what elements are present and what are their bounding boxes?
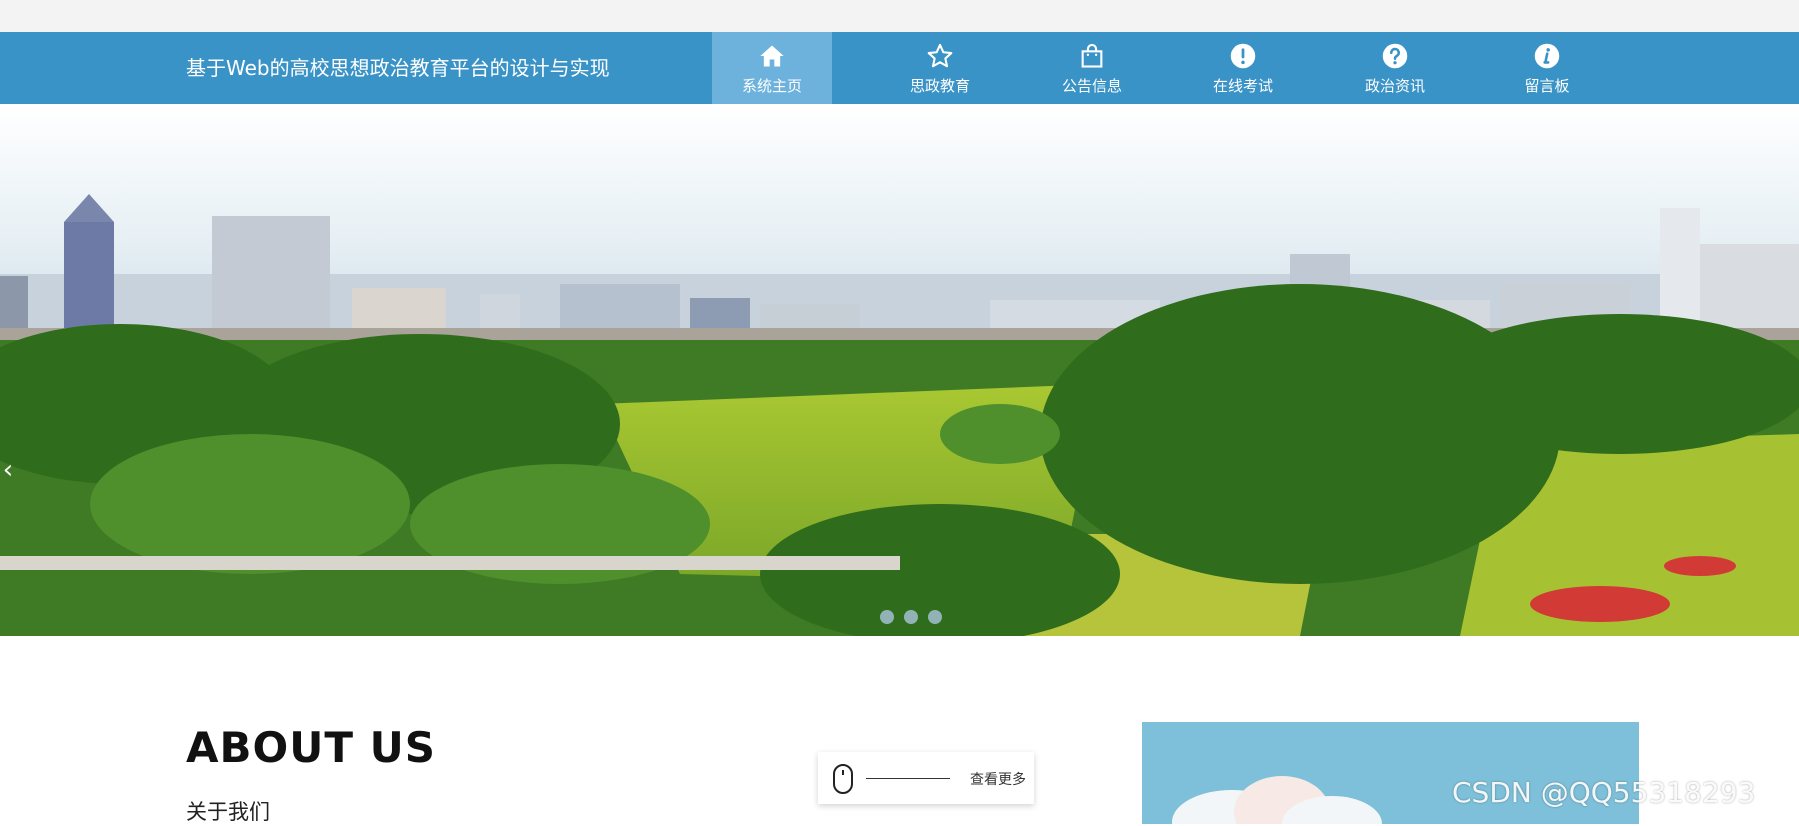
city-park-image (0, 104, 1799, 636)
nav-item-label: 在线考试 (1212, 77, 1273, 95)
info-circle-icon (1534, 43, 1560, 69)
nav-item-label: 公告信息 (1061, 77, 1122, 95)
nav-item-exam[interactable]: 在线考试 (1183, 32, 1303, 104)
main-navbar: 基于Web的高校思想政治教育平台的设计与实现 系统主页 思政教育 公告信息 在线… (0, 32, 1799, 104)
slider-dot[interactable] (904, 610, 918, 624)
nav-item-education[interactable]: 思政教育 (880, 32, 1000, 104)
nav-item-news[interactable]: 政治资讯 (1335, 32, 1455, 104)
nav-item-home[interactable]: 系统主页 (712, 32, 832, 104)
star-icon (927, 43, 953, 68)
hero-banner: ‹ (0, 104, 1799, 636)
nav-item-message-board[interactable]: 留言板 (1487, 32, 1607, 104)
site-title: 基于Web的高校思想政治教育平台的设计与实现 (186, 56, 610, 80)
view-more-label: 查看更多 (970, 772, 1026, 788)
slider-dot[interactable] (928, 610, 942, 624)
exclamation-circle-icon (1230, 43, 1256, 69)
divider-line (866, 778, 950, 779)
slider-dots (880, 609, 952, 628)
prev-slide-arrow[interactable]: ‹ (0, 450, 16, 490)
top-strip (0, 0, 1799, 32)
slider-dot[interactable] (880, 610, 894, 624)
nav-item-notice[interactable]: 公告信息 (1032, 32, 1152, 104)
home-icon (760, 45, 784, 67)
watermark: CSDN @QQ55318293 (1452, 776, 1756, 809)
mouse-icon (833, 764, 853, 794)
nav-item-label: 思政教育 (909, 77, 970, 95)
nav-item-label: 留言板 (1524, 77, 1570, 95)
question-circle-icon (1382, 43, 1408, 69)
nav-item-label: 系统主页 (741, 77, 802, 95)
about-subtitle: 关于我们 (186, 800, 270, 824)
shopping-bag-icon (1081, 43, 1103, 68)
nav-item-label: 政治资讯 (1364, 77, 1425, 95)
view-more-button[interactable]: 查看更多 (818, 752, 1034, 804)
about-title: ABOUT US (186, 723, 436, 772)
